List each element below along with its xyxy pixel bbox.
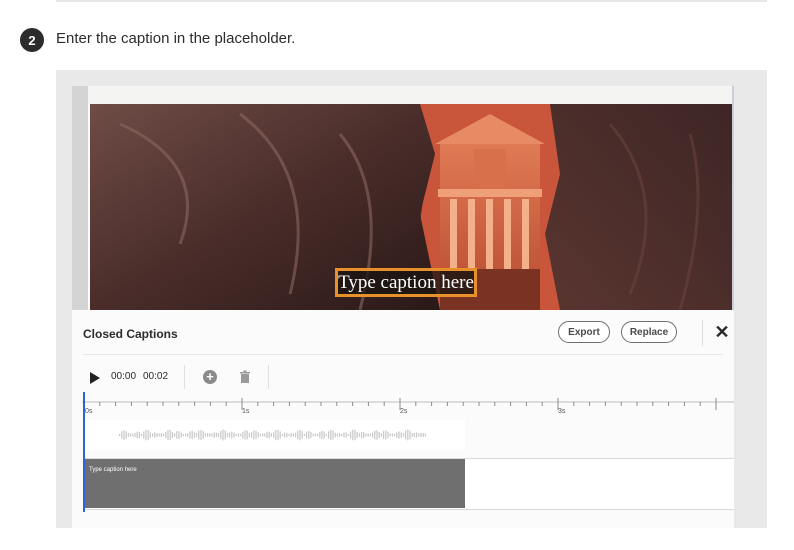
- video-preview: Type caption here: [90, 104, 732, 310]
- current-time: 00:00: [111, 371, 137, 382]
- closed-captions-panel: Closed Captions Export Replace ✕ 00:00 0…: [72, 310, 734, 528]
- screenshot-frame: Type caption here Closed Captions Export…: [56, 70, 767, 528]
- play-icon[interactable]: [90, 372, 100, 384]
- left-edge: [72, 86, 88, 310]
- audio-waveform: [83, 420, 465, 450]
- right-edge: [732, 86, 734, 310]
- duration-time: 00:02: [143, 371, 169, 382]
- trash-icon[interactable]: [238, 370, 252, 384]
- video-top-band: [88, 86, 732, 104]
- add-circle-icon[interactable]: +: [203, 370, 217, 384]
- tick-label-1s: 1s: [242, 408, 250, 415]
- export-button[interactable]: Export: [558, 321, 610, 343]
- toolbar-divider: [184, 365, 185, 389]
- panel-title: Closed Captions: [83, 327, 178, 341]
- caption-editor-app: Type caption here Closed Captions Export…: [72, 86, 734, 528]
- timeline-ruler[interactable]: 0s 1s 2s 3s: [82, 392, 734, 422]
- panel-divider: [83, 354, 723, 355]
- toolbar-divider: [268, 365, 269, 389]
- playhead[interactable]: [83, 392, 85, 512]
- caption-placeholder-box[interactable]: Type caption here: [335, 268, 477, 297]
- tick-label-3s: 3s: [558, 408, 566, 415]
- tick-label-0s: 0s: [85, 408, 93, 415]
- caption-clip-text: Type caption here: [89, 467, 137, 473]
- ruler-ticks: [82, 398, 734, 410]
- header-divider: [702, 320, 703, 346]
- top-divider: [56, 0, 767, 2]
- caption-clip[interactable]: Type caption here: [83, 459, 465, 508]
- tick-label-2s: 2s: [400, 408, 408, 415]
- close-icon[interactable]: ✕: [713, 323, 731, 341]
- step-number-badge: 2: [20, 28, 44, 52]
- replace-button[interactable]: Replace: [621, 321, 677, 343]
- step-instruction: Enter the caption in the placeholder.: [56, 30, 296, 47]
